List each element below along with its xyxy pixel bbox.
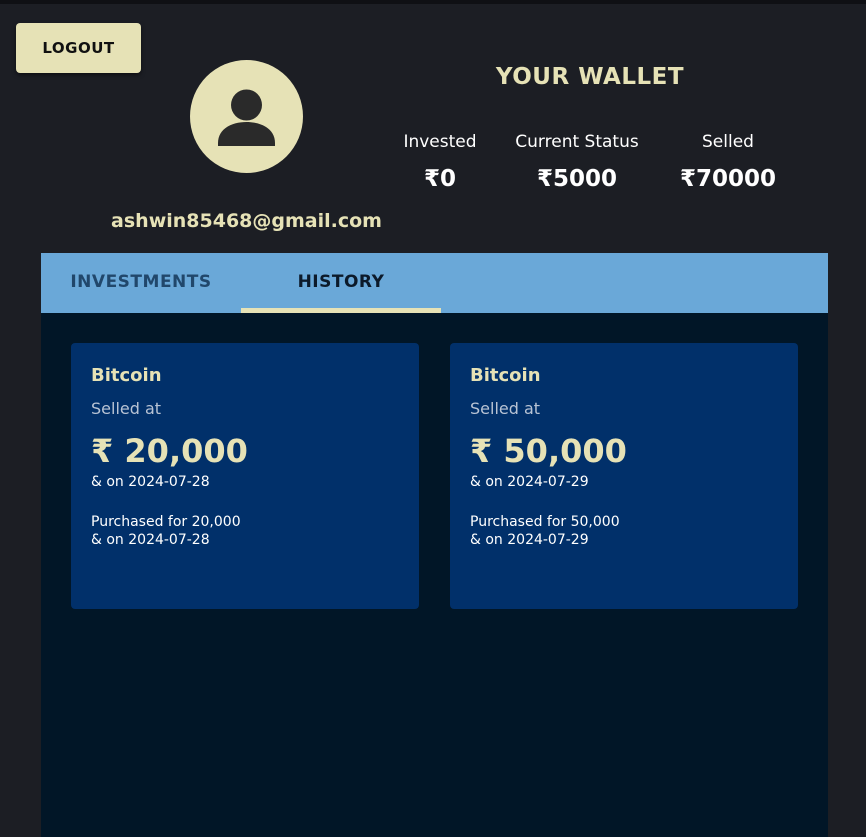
sold-label: Selled at — [470, 399, 541, 418]
history-panel: Bitcoin Selled at ₹ 20,000 & on 2024-07-… — [41, 313, 828, 837]
purchase-amount: Purchased for 50,000 — [470, 514, 620, 530]
tab-history[interactable]: HISTORY — [241, 253, 441, 313]
stat-invested: Invested ₹0 — [365, 132, 515, 192]
logout-button[interactable]: LOGOUT — [16, 23, 141, 73]
stat-value: ₹70000 — [679, 166, 777, 192]
wallet-title: YOUR WALLET — [495, 64, 685, 90]
stat-label: Current Status — [515, 132, 639, 152]
tab-investments[interactable]: INVESTMENTS — [41, 253, 241, 313]
avatar — [190, 60, 303, 173]
sold-price: ₹ 20,000 — [91, 432, 248, 470]
stat-label: Selled — [702, 132, 754, 152]
purchase-amount: Purchased for 20,000 — [91, 514, 241, 530]
user-icon — [218, 89, 275, 146]
tab-bar: INVESTMENTS HISTORY — [41, 253, 828, 313]
user-email: ashwin85468@gmail.com — [111, 210, 382, 232]
stat-current-status: Current Status ₹5000 — [502, 132, 652, 192]
purchase-date: & on 2024-07-28 — [91, 532, 210, 548]
stat-label: Invested — [403, 132, 477, 152]
sold-date: & on 2024-07-29 — [470, 474, 589, 490]
coin-name: Bitcoin — [91, 365, 162, 386]
history-card: Bitcoin Selled at ₹ 20,000 & on 2024-07-… — [71, 343, 419, 609]
sold-label: Selled at — [91, 399, 162, 418]
coin-name: Bitcoin — [470, 365, 541, 386]
stat-selled: Selled ₹70000 — [653, 132, 803, 192]
stat-value: ₹0 — [423, 166, 456, 192]
history-card: Bitcoin Selled at ₹ 50,000 & on 2024-07-… — [450, 343, 798, 609]
top-strip — [0, 0, 866, 4]
stat-value: ₹5000 — [536, 166, 618, 192]
purchase-date: & on 2024-07-29 — [470, 532, 589, 548]
sold-date: & on 2024-07-28 — [91, 474, 210, 490]
sold-price: ₹ 50,000 — [470, 432, 627, 470]
